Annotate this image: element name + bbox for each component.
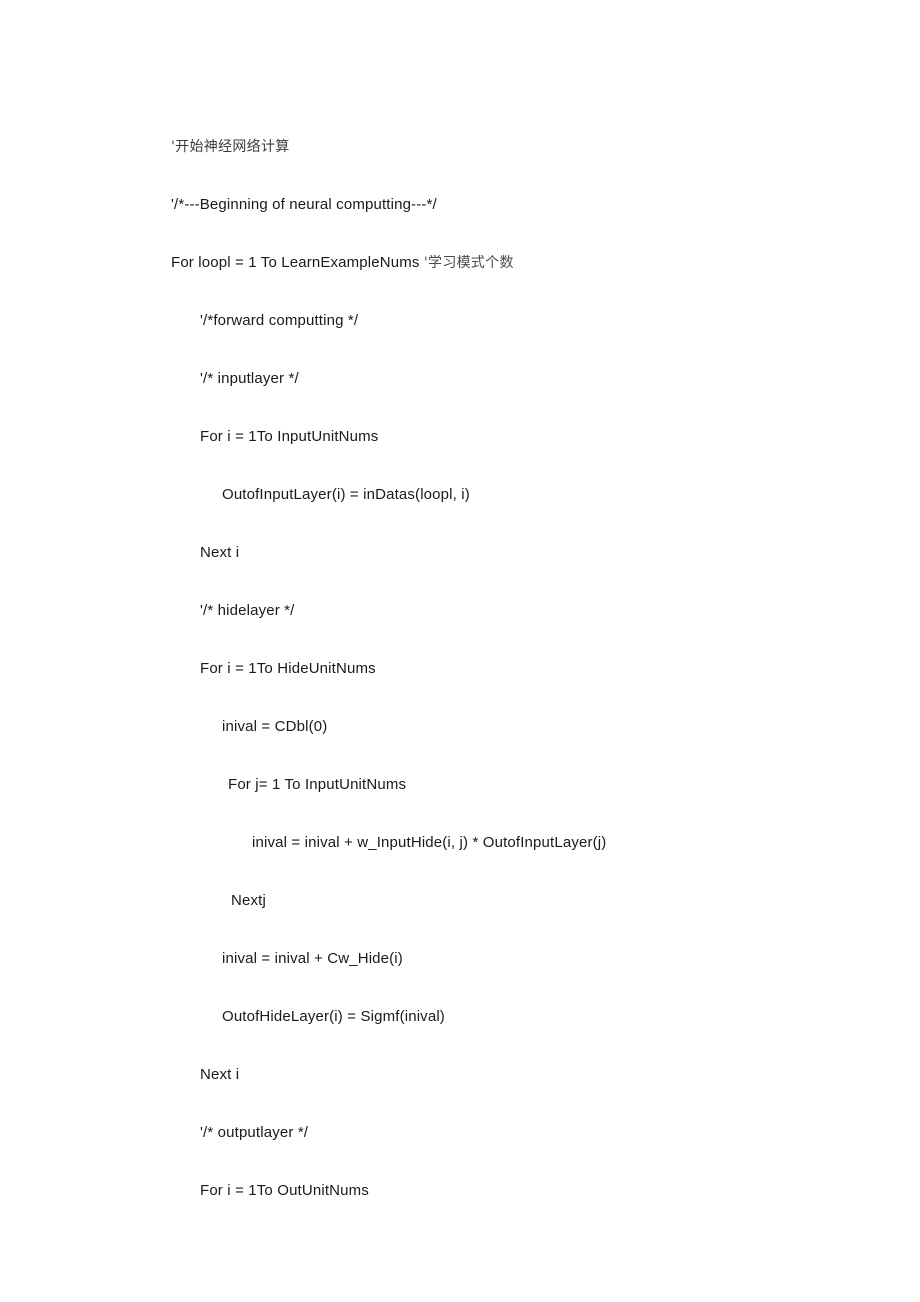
code-line: For i = 1To InputUnitNums [171,408,871,466]
code-line: '/* hidelayer */ [171,582,871,640]
code-line-text: inival = inival + Cw_Hide(i) [222,950,403,967]
code-line-comment: '学习模式个数 [423,255,514,271]
code-line: For loopl = 1 To LearnExampleNums '学习模式个… [171,234,871,292]
code-line: OutofInputLayer(i) = inDatas(loopl, i) [171,466,871,524]
code-line: '开始神经网络计算 [171,118,871,176]
code-line: OutofHideLayer(i) = Sigmf(inival) [171,988,871,1046]
code-line: '/* outputlayer */ [171,1104,871,1162]
code-line-text: Nextj [231,892,266,909]
code-line: For i = 1To OutUnitNums [171,1162,871,1220]
code-line-text: Next i [200,544,240,561]
code-line-text: '/* hidelayer */ [200,602,295,619]
code-line-text: '/* outputlayer */ [200,1124,309,1141]
code-line: '/*forward computting */ [171,292,871,350]
code-line-text: '/*forward computting */ [200,312,359,329]
document-page: '开始神经网络计算 '/*---Beginning of neural compu… [0,0,920,1302]
code-line-text: For i = 1To HideUnitNums [200,660,376,677]
code-line: For i = 1To HideUnitNums [171,640,871,698]
code-line-text: OutofInputLayer(i) = inDatas(loopl, i) [222,486,470,503]
code-line-text: For i = 1To InputUnitNums [200,428,379,445]
code-line-text: For loopl = 1 To LearnExampleNums [171,254,424,271]
code-line-text: For j= 1 To InputUnitNums [228,776,407,793]
code-line: '/*---Beginning of neural computting---*… [171,176,871,234]
code-line-text: inival = CDbl(0) [222,718,328,735]
code-line: inival = inival + Cw_Hide(i) [171,930,871,988]
code-listing: '开始神经网络计算 '/*---Beginning of neural compu… [171,118,871,1220]
code-line-text: OutofHideLayer(i) = Sigmf(inival) [222,1008,445,1025]
code-line: Nextj [171,872,871,930]
code-line-text: '开始神经网络计算 [171,139,290,155]
code-line-text: '/*---Beginning of neural computting---*… [171,196,437,213]
code-line: Next i [171,524,871,582]
code-line: Next i [171,1046,871,1104]
code-line: inival = inival + w_InputHide(i, j) * Ou… [171,814,871,872]
code-line-text: For i = 1To OutUnitNums [200,1182,369,1199]
code-line-text: Next i [200,1066,240,1083]
code-line: For j= 1 To InputUnitNums [171,756,871,814]
code-line: '/* inputlayer */ [171,350,871,408]
code-line-text: inival = inival + w_InputHide(i, j) * Ou… [252,834,607,851]
code-line-text: '/* inputlayer */ [200,370,299,387]
code-line: inival = CDbl(0) [171,698,871,756]
